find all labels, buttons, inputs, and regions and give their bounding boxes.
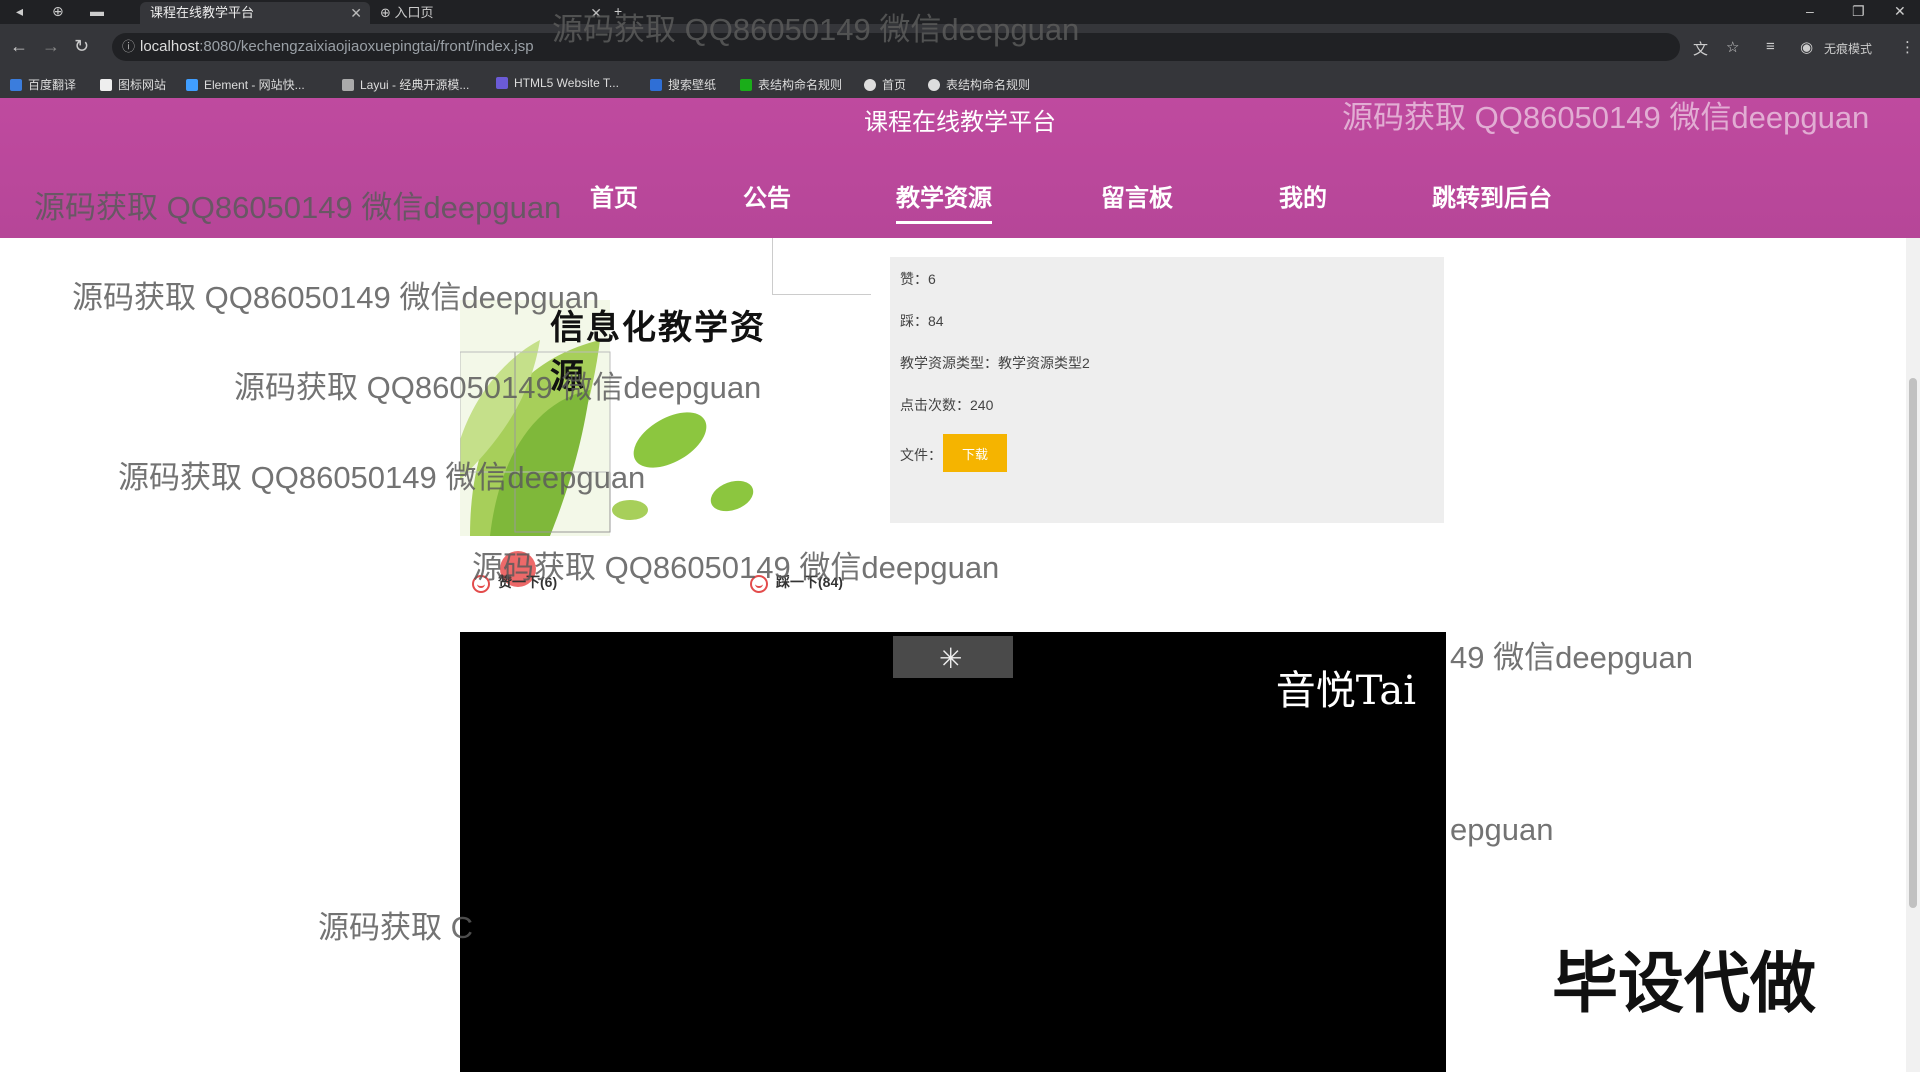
media-icon[interactable]: ◂ <box>16 0 23 22</box>
like-label: 赞一下(6) <box>498 574 558 590</box>
page-scrollbar[interactable] <box>1906 238 1920 1072</box>
nav-mine[interactable]: 我的 <box>1279 178 1327 213</box>
minimize-icon[interactable]: – <box>1806 0 1814 22</box>
watermark: 源码获取 C <box>318 910 473 945</box>
dislikes-count: 踩：84 <box>900 313 944 329</box>
likes-count: 赞：6 <box>900 271 936 287</box>
smile-icon <box>472 575 490 593</box>
bookmark-item[interactable]: 首页 <box>864 76 906 93</box>
nav-go-admin[interactable]: 跳转到后台 <box>1432 178 1552 213</box>
site-header: 课程在线教学平台 首页 公告 教学资源 留言板 我的 跳转到后台 <box>0 98 1920 238</box>
browser-tab-bar: ◂ ⊕ ▬ 课程在线教学平台 ✕ ⊕ 入口页 ✕ + – ❐ ✕ <box>0 0 1920 24</box>
bookmark-item[interactable]: 百度翻译 <box>10 76 76 93</box>
dislike-button[interactable]: 踩一下(84) <box>750 572 843 593</box>
resource-type: 教学资源类型：教学资源类型2 <box>900 355 1090 371</box>
smile-icon <box>750 575 768 593</box>
bookmark-item[interactable]: 搜索壁纸 <box>650 76 716 93</box>
tab-title: 课程在线教学平台 <box>150 5 255 20</box>
like-button[interactable]: 赞一下(6) <box>472 572 557 593</box>
tab-search-icon[interactable]: ▬ <box>90 0 104 22</box>
tab-entry[interactable]: ⊕ 入口页 ✕ <box>370 2 610 24</box>
bookmark-item[interactable]: 图标网站 <box>100 76 166 93</box>
close-tab-icon[interactable]: ✕ <box>350 2 362 24</box>
image-caption: 信息化教学资源 <box>550 308 766 397</box>
globe-icon: ⊕ <box>380 5 395 20</box>
restore-icon[interactable]: ❐ <box>1852 0 1865 22</box>
info-icon[interactable]: ⓘ <box>122 33 135 61</box>
loading-indicator: ✳ <box>893 636 1013 678</box>
url-path: :8080/kechengzaixiaojiaoxuepingtai/front… <box>199 38 534 55</box>
globe-icon: ⊕ <box>52 3 64 19</box>
address-toolbar: ← → ↻ ⓘ localhost:8080/kechengzaixiaojia… <box>0 24 1920 70</box>
translate-icon[interactable]: 文 <box>1693 38 1708 59</box>
incognito-icon: ◉ <box>1800 39 1814 56</box>
bookmark-item[interactable]: Element - 网站快... <box>186 76 305 93</box>
watermark: epguan <box>1450 812 1554 847</box>
overlay-banner: 毕设代做 <box>1552 946 1816 1020</box>
click-count: 点击次数：240 <box>900 397 994 413</box>
close-window-icon[interactable]: ✕ <box>1894 0 1906 22</box>
site-title: 课程在线教学平台 <box>864 109 1056 136</box>
nav-teaching-resources[interactable]: 教学资源 <box>896 178 992 224</box>
close-tab-icon[interactable]: ✕ <box>590 2 602 24</box>
decor-frame <box>772 238 871 295</box>
bookmark-item[interactable]: Layui - 经典开源模... <box>342 76 469 93</box>
url-host: localhost <box>140 38 200 55</box>
menu-icon[interactable]: ⋮ <box>1900 38 1915 56</box>
tab-current[interactable]: 课程在线教学平台 ✕ <box>140 2 370 24</box>
resource-info-panel: 赞：6 踩：84 教学资源类型：教学资源类型2 点击次数：240 文件： 下载 <box>890 257 1444 523</box>
reading-list-icon[interactable]: ≡ <box>1766 38 1775 55</box>
resource-image: 信息化教学资源 <box>460 300 790 536</box>
bookmark-item[interactable]: HTML5 Website T... <box>496 76 619 90</box>
scroll-thumb[interactable] <box>1909 378 1917 908</box>
tab-title: 入口页 <box>394 5 434 20</box>
bookmark-item[interactable]: 表结构命名规则 <box>928 76 1030 93</box>
watermark: 49 微信deepguan <box>1450 640 1694 675</box>
dislike-label: 踩一下(84) <box>776 574 843 590</box>
reload-icon[interactable]: ↻ <box>74 36 89 57</box>
nav-notice[interactable]: 公告 <box>743 178 791 213</box>
bookmarks-bar: 百度翻译 图标网站 Element - 网站快... Layui - 经典开源模… <box>0 70 1920 99</box>
forward-icon[interactable]: → <box>42 36 60 57</box>
profile-label[interactable]: 无痕模式 <box>1824 40 1872 57</box>
download-button[interactable]: 下载 <box>943 434 1007 472</box>
nav-home[interactable]: 首页 <box>590 178 638 213</box>
star-icon[interactable]: ☆ <box>1726 38 1739 56</box>
file-label: 文件： <box>900 447 942 463</box>
nav-message-board[interactable]: 留言板 <box>1101 178 1173 213</box>
address-bar[interactable]: ⓘ localhost:8080/kechengzaixiaojiaoxuepi… <box>112 33 1680 61</box>
new-tab-icon[interactable]: + <box>614 0 622 22</box>
video-logo: 音悦Tai <box>1275 668 1416 714</box>
back-icon[interactable]: ← <box>10 36 28 57</box>
video-player[interactable]: ✳ 音悦Tai <box>460 632 1446 1072</box>
loading-spinner-icon: ✳ <box>939 643 963 674</box>
bookmark-item[interactable]: 表结构命名规则 <box>740 76 842 93</box>
